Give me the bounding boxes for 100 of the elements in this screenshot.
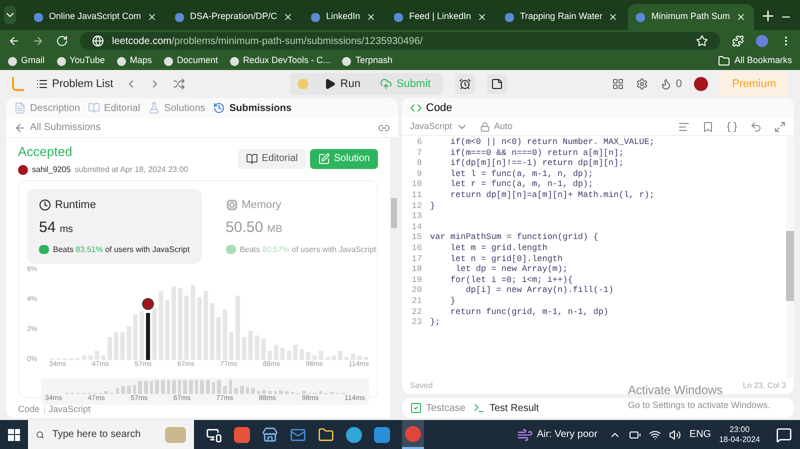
browser-tab[interactable]: LinkedIn: [303, 4, 384, 30]
bookmark-link[interactable]: Terpnash: [342, 54, 392, 68]
terminal-icon: [473, 402, 486, 414]
code-line: let r = func(a, m, n-1, dp);: [449, 179, 594, 190]
windows-logo-icon: [8, 428, 20, 440]
volume-icon: [669, 428, 682, 440]
code-label: Code: [18, 403, 40, 416]
histogram-bar: [357, 354, 362, 360]
histogram-bar: [222, 308, 228, 360]
scrollbar[interactable]: [390, 138, 398, 418]
histogram-bar: [280, 347, 285, 360]
browser-tab[interactable]: DSA-Prepration/DP/C: [167, 4, 302, 30]
console-tab[interactable]: Test Result: [473, 400, 539, 416]
username[interactable]: sahil_9205: [32, 164, 71, 176]
histogram-bar: [197, 296, 202, 360]
line-number: 6: [416, 137, 423, 148]
address-bar[interactable]: leetcode.com/problems/minimum-path-sum/submissions/1235930496/: [80, 32, 720, 50]
code-line: for(let i =0; i<m; i++){: [449, 274, 573, 286]
histogram-bar: [101, 354, 106, 360]
line-number: 14: [410, 222, 423, 232]
checkbox-icon: [410, 402, 422, 414]
close-icon: [147, 12, 158, 22]
tab-title: Trapping Rain Water: [520, 10, 602, 24]
histogram-bar: [312, 354, 317, 360]
browser-tab[interactable]: Feed | LinkedIn: [386, 4, 495, 30]
site-settings-icon: [92, 35, 104, 47]
user-avatar: [18, 164, 28, 174]
bookmark-link[interactable]: YouTube: [56, 54, 105, 68]
user-avatar[interactable]: [694, 77, 708, 91]
forward-icon: [32, 35, 44, 47]
save-status: Saved: [410, 380, 433, 392]
message-icon: [776, 426, 792, 442]
search-input[interactable]: Type here to search: [52, 427, 158, 442]
panel-title: Code: [426, 100, 452, 116]
run-button[interactable]: Run: [316, 76, 368, 92]
line-number: 8: [416, 158, 423, 169]
mail-icon: [290, 426, 306, 442]
bookmark-link[interactable]: Maps: [116, 54, 152, 68]
wifi-icon: [649, 428, 662, 440]
layout-icon: [612, 78, 624, 90]
bookmark-link[interactable]: Redux DevTools - C...: [230, 54, 330, 68]
bookmark-link[interactable]: Gmail: [8, 54, 45, 68]
histogram-bar: [254, 334, 260, 360]
language-indicator[interactable]: ENG: [689, 427, 712, 442]
code-line: var minPathSum = function(grid) {: [430, 232, 598, 243]
taskbar-search-field[interactable]: Type here to search: [28, 420, 194, 449]
histogram-bar: [94, 350, 100, 360]
line-number: 19: [410, 274, 423, 286]
language-label: JavaScript: [48, 403, 91, 416]
favicon-icon: [56, 56, 66, 66]
all-bookmarks-link[interactable]: All Bookmarks: [718, 54, 792, 68]
clock-icon: [39, 198, 51, 211]
line-number: 7: [416, 148, 423, 158]
browser-tab[interactable]: Minimum Path Sum: [628, 4, 754, 30]
favicon-icon: [342, 56, 352, 66]
panel-tab[interactable]: Submissions: [213, 100, 292, 116]
line-number: 16: [410, 242, 423, 254]
problem-list-button[interactable]: Problem List: [36, 76, 114, 92]
submission-time: submitted at Apr 18, 2024 23:00: [74, 164, 188, 176]
search-icon: [36, 428, 44, 440]
play-icon: [324, 78, 336, 90]
document-icon: [14, 102, 26, 114]
histogram-bar: [318, 350, 324, 360]
favicon-icon: [394, 12, 404, 22]
line-number: 12: [410, 200, 423, 212]
close-icon: [366, 12, 376, 22]
line-number: 23: [410, 317, 423, 328]
puzzle-icon: [732, 35, 744, 47]
histogram-bar: [126, 326, 132, 360]
code-line: };: [430, 317, 440, 328]
stat-unit: ms: [60, 223, 74, 237]
chip-icon: [226, 198, 238, 211]
timer-button[interactable]: [454, 74, 475, 94]
browser-tab[interactable]: Trapping Rain Water: [497, 4, 626, 30]
reload-icon: [56, 35, 68, 47]
lock-icon: [480, 122, 490, 132]
bookmark-link[interactable]: Document: [164, 54, 218, 68]
code-line: if(m<0 || n<0) return Number. MAX_VALUE;: [449, 137, 654, 148]
line-number: 22: [410, 306, 423, 318]
scrollbar[interactable]: [786, 136, 794, 378]
active-browser-icon[interactable]: [402, 420, 424, 449]
new-tab-button[interactable]: [760, 8, 776, 24]
line-number: 15: [410, 232, 423, 243]
line-number: 11: [410, 190, 423, 201]
streak-count: 0: [676, 76, 682, 92]
notes-button[interactable]: [486, 74, 507, 94]
favicon-icon: [8, 56, 17, 66]
stat-title: Memory: [242, 198, 282, 212]
browser-tab[interactable]: Online JavaScript Com: [26, 4, 166, 30]
favicon-icon: [505, 12, 514, 22]
book-icon: [246, 152, 258, 165]
air-quality-text: Air: Very poor: [536, 428, 598, 442]
editorial-button[interactable]: Editorial: [238, 148, 306, 169]
line-number: 18: [410, 264, 423, 275]
stat-card[interactable]: Runtime 54 ms Beats 83.51% of users with JavaScript: [27, 188, 202, 264]
app-icon[interactable]: [234, 426, 250, 442]
tab-title: Minimum Path Sum: [651, 10, 730, 24]
tab-search-button[interactable]: [4, 6, 16, 24]
braces-icon: [726, 120, 738, 132]
code-line: let m = grid.length: [449, 242, 548, 254]
